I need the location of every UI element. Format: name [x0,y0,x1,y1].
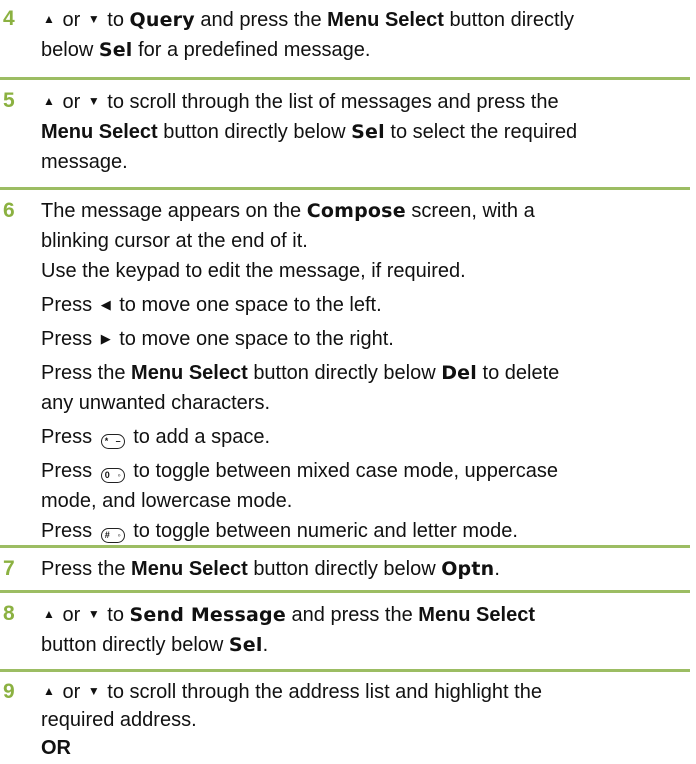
step-number: 5 [3,89,15,112]
step-body: ▲ or ▼ to scroll through the list of mes… [41,86,690,177]
step-line: Press the Menu Select button directly be… [41,558,500,580]
display-text: Sel [228,634,263,656]
step-line: any unwanted characters. [41,392,271,414]
step-line: ▲ or ▼ to scroll through the list of mes… [41,86,690,117]
step-divider [0,669,690,672]
right-triangle-icon: ▶ [100,331,111,346]
step-divider [0,77,690,80]
step-body: ▲ or ▼ to Send Message and press the Men… [41,599,690,660]
step-line: Press # ◦ to toggle between numeric and l… [41,520,518,543]
display-text: Optn [441,558,495,580]
manual-page: 4 ▲ or ▼ to Query and press the Menu Sel… [0,0,696,764]
display-text: Sel [351,121,385,143]
up-arrow-icon: ▲ [43,684,55,698]
or-label: OR [41,737,71,759]
step-line: Press ▶ to move one space to the right. [41,324,690,354]
step-line: mode, and lowercase mode. [41,490,293,512]
button-name: Menu Select [131,558,248,580]
step-line: The message appears on the Compose scree… [41,200,535,222]
display-text: Del [441,362,477,384]
step-line: required address. [41,709,197,731]
down-arrow-icon: ▼ [87,94,100,108]
step-line: below Sel for a predefined message. [41,39,371,61]
display-text: Compose [306,200,406,222]
hash-key-icon: # ◦ [100,528,125,543]
display-text: Sel [98,39,133,61]
step-number: 9 [3,680,15,703]
display-text: Query [129,9,195,31]
button-name: Menu Select [418,604,535,626]
step-number: 7 [3,557,15,580]
step-divider [0,590,690,593]
star-key-icon: * – [100,434,125,449]
down-arrow-icon: ▼ [87,12,100,26]
display-text: Send Message [129,604,286,626]
step-number: 6 [3,199,15,222]
button-name: Menu Select [327,9,444,31]
step-line: ▲ or ▼ to Query and press the Menu Selec… [41,4,690,35]
step-line: Press the Menu Select button directly be… [41,362,560,384]
step-line: Press * – to add a space. [41,426,271,449]
step-line: Press ◀ to move one space to the left. [41,290,690,320]
step-number: 4 [3,7,15,30]
step-line: Use the keypad to edit the message, if r… [41,260,466,282]
step-divider [0,545,690,548]
step-line: Menu Select button directly below Sel to… [41,121,578,143]
left-triangle-icon: ◀ [100,297,111,312]
step-line: Press 0 ◦ to toggle between mixed case mo… [41,460,558,483]
zero-key-icon: 0 ◦ [100,468,125,483]
step-line: message. [41,151,128,173]
up-arrow-icon: ▲ [43,94,55,108]
button-name: Menu Select [41,121,158,143]
step-body: ▲ or ▼ to scroll through the address lis… [41,677,690,762]
step-line: ▲ or ▼ to Send Message and press the Men… [41,599,690,630]
step-body: ▲ or ▼ to Query and press the Menu Selec… [41,4,690,65]
step-line: blinking cursor at the end of it. [41,230,308,252]
step-body: The message appears on the Compose scree… [41,196,690,546]
button-name: Menu Select [131,362,248,384]
down-arrow-icon: ▼ [87,607,100,621]
down-arrow-icon: ▼ [87,684,100,698]
up-arrow-icon: ▲ [43,12,55,26]
step-number: 8 [3,602,15,625]
up-arrow-icon: ▲ [43,607,55,621]
step-line: button directly below Sel. [41,634,269,656]
step-body: Press the Menu Select button directly be… [41,554,690,584]
step-line: OR [41,734,690,762]
step-divider [0,187,690,190]
step-line: ▲ or ▼ to scroll through the address lis… [41,677,690,706]
